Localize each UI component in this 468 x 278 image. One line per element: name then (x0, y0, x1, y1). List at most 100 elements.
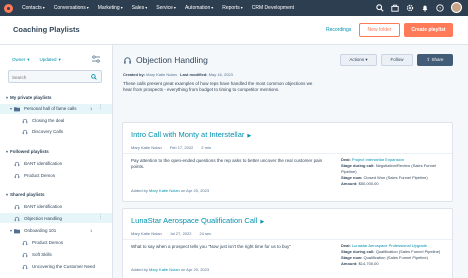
follow-button[interactable]: Follow (381, 54, 413, 66)
headset-icon (14, 173, 20, 178)
deal-details: Deal: Lunastar Aerospace Professional Up… (341, 243, 441, 266)
chevron-down-icon: ▾ (86, 5, 89, 10)
headset-icon (14, 216, 20, 221)
headset-icon (14, 161, 20, 166)
section-shared[interactable]: ▾ Shared playlists (6, 192, 45, 197)
added-by: Added by Mary Katie Nolan on Apr 20, 202… (131, 188, 210, 193)
filter-icon[interactable] (91, 55, 101, 63)
svg-text:?: ? (439, 5, 442, 10)
call-title-link[interactable]: Intro Call with Monty at Interstellar ▶ (131, 130, 251, 139)
folder-count: 1 (90, 106, 93, 111)
sidebar-item-bant-followed[interactable]: BANT identification (14, 159, 62, 168)
folder-icon (14, 228, 21, 233)
nav-contacts[interactable]: Contacts▾ (22, 5, 45, 11)
user-avatar[interactable] (451, 2, 462, 13)
chevron-down-icon: ▾ (120, 5, 123, 10)
nav-utilities: ? (376, 2, 462, 13)
owner-filter[interactable]: Owner ▾ (10, 57, 30, 63)
nav-sales[interactable]: Sales▾ (132, 5, 148, 11)
search-input[interactable] (12, 73, 92, 81)
new-folder-button[interactable]: New folder (359, 23, 400, 37)
headset-icon (124, 57, 131, 64)
call-title-link[interactable]: LunaStar Aerospace Qualification Call ▶ (131, 216, 264, 225)
added-by: Added by Mary Katie Nolan on Apr 20, 202… (131, 267, 210, 272)
call-card: LunaStar Aerospace Qualification Call ▶ M… (122, 208, 453, 278)
sidebar-item-product-demos-followed[interactable]: Product Demos (14, 171, 55, 180)
chevron-down-icon: ▾ (211, 5, 214, 10)
top-navigation: Contacts▾ Conversations▾ Marketing▾ Sale… (0, 0, 468, 16)
headset-icon (22, 264, 28, 269)
sidebar-filters: Owner ▾ Updated ▾ (10, 57, 61, 63)
sidebar-item-discovery-calls[interactable]: Discovery Calls (22, 127, 63, 136)
divider (123, 239, 452, 240)
folder-count: 1 (90, 228, 93, 233)
playlist-description: These calls present great examples of ho… (123, 81, 313, 92)
deal-link[interactable]: Project Interstellar Expansion (352, 157, 404, 162)
chevron-down-icon: ▾ (6, 95, 9, 100)
headset-icon (22, 118, 28, 123)
call-card: Intro Call with Monty at Interstellar ▶ M… (122, 122, 453, 202)
chevron-down-icon: ▾ (365, 57, 368, 62)
sidebar-item-personal-hall-of-fame[interactable]: ▾ Personal hall of fame calls (10, 104, 77, 113)
sidebar-item-product-demos-shared[interactable]: Product Demos (22, 238, 63, 247)
section-my-private[interactable]: ▾ My private playlists (6, 95, 52, 100)
call-meta: Mary Katie Nolan Jul 27, 2022 24 sec (131, 231, 212, 236)
chevron-down-icon: ▾ (6, 192, 9, 197)
divider (123, 153, 452, 154)
search-icon[interactable] (91, 74, 97, 80)
chevron-down-icon: ▾ (42, 5, 45, 10)
marketplace-icon[interactable] (391, 4, 399, 12)
chevron-down-icon: ▾ (173, 5, 176, 10)
chevron-down-icon: ▾ (6, 149, 9, 154)
nav-automation[interactable]: Automation▾ (185, 5, 213, 11)
chevron-down-icon: ▾ (145, 5, 148, 10)
headset-icon (22, 129, 28, 134)
updated-filter[interactable]: Updated ▾ (38, 57, 61, 63)
chevron-down-icon: ▾ (10, 228, 13, 233)
call-note: Pay attention to the open-ended question… (131, 158, 323, 169)
sidebar-item-closing-deal[interactable]: Closing the deal (22, 116, 64, 125)
deal-link[interactable]: Lunastar Aerospace Professional Upgrade (352, 243, 427, 248)
playlist-meta: Created by: Mary Katie Nolan Last modifi… (123, 72, 233, 77)
nav-conversations[interactable]: Conversations▾ (54, 5, 89, 11)
sidebar-item-onboarding[interactable]: ▾ Onboarding 101 (10, 226, 56, 235)
call-meta: Mary Katie Nolan Feb 17, 2022 2 min (131, 145, 212, 150)
chevron-down-icon: ▾ (58, 57, 61, 62)
search-icon[interactable] (376, 3, 384, 12)
deal-details: Deal: Project Interstellar Expansion Sta… (341, 157, 436, 186)
share-icon: ⇪ (426, 57, 431, 62)
page-title: Coaching Playlists (13, 25, 80, 34)
page-header: Coaching Playlists Recordings New folder… (0, 16, 468, 45)
actions-dropdown-button[interactable]: Actions ▾ (340, 54, 377, 66)
playlist-search (8, 70, 102, 83)
chevron-down-icon: ▾ (10, 106, 13, 111)
settings-icon[interactable] (406, 4, 414, 12)
help-icon[interactable]: ? (436, 3, 444, 12)
playlist-sidebar: Owner▾ Updated▾ ▾My private playlists ▾ … (0, 45, 113, 278)
playlist-title: Objection Handling (136, 55, 208, 65)
section-followed[interactable]: ▾ Followed playlists (6, 149, 49, 154)
recordings-link[interactable]: Recordings (326, 27, 351, 33)
play-icon: ▶ (260, 219, 265, 225)
nav-reports[interactable]: Reports▾ (222, 5, 243, 11)
hubspot-logo-icon[interactable] (4, 3, 13, 13)
sidebar-item-objection-handling[interactable]: Objection Handling (14, 214, 62, 223)
sidebar-item-soft-skills[interactable]: Soft Skills (22, 250, 52, 259)
headset-icon (22, 240, 28, 245)
folder-icon (14, 106, 21, 111)
play-icon: ▶ (247, 133, 252, 139)
share-button[interactable]: ⇪ Share (417, 54, 453, 66)
create-playlist-button[interactable]: Create playlist (404, 23, 453, 37)
sidebar-item-bant-shared[interactable]: BANT identification (14, 202, 62, 211)
more-options-icon[interactable]: ⋮ (98, 104, 103, 110)
nav-marketing[interactable]: Marketing▾ (98, 5, 123, 11)
headset-icon (14, 204, 20, 209)
nav-service[interactable]: Service▾ (156, 5, 176, 11)
notifications-icon[interactable] (421, 4, 429, 12)
nav-crm-development[interactable]: CRM Development (252, 5, 294, 11)
more-options-icon[interactable]: ⋮ (98, 214, 103, 220)
headset-icon (22, 252, 28, 257)
chevron-down-icon: ▾ (240, 5, 243, 10)
chevron-down-icon: ▾ (27, 57, 30, 62)
sidebar-item-uncovering-customer-need[interactable]: Uncovering the Customer Need (22, 262, 95, 271)
